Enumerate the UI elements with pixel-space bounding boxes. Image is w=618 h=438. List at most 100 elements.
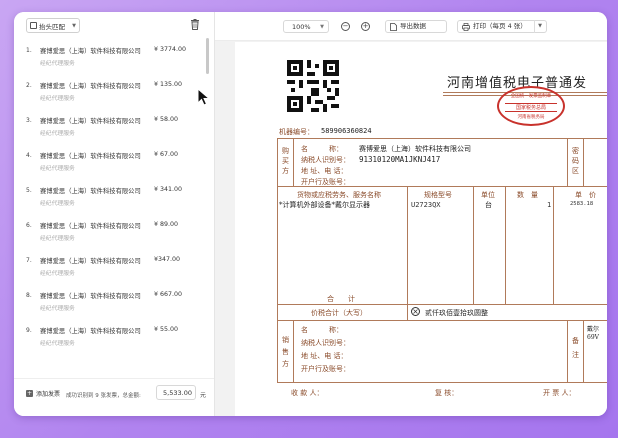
total-uppercase: 贰仟玖佰壹拾玖圆整 — [425, 309, 488, 317]
column-goods: 货物或应税劳务、服务名称 — [297, 191, 381, 199]
zoom-select[interactable]: 100% ▼ — [283, 20, 329, 33]
plus-icon: + — [26, 390, 33, 397]
goods-unit: 台 — [485, 201, 492, 209]
recognition-summary: 成功识别到 9 张发票，总金额: — [66, 393, 141, 399]
goods-name: *计算机外部设备*戴尔显示器 — [279, 201, 370, 209]
zoom-in-icon[interactable]: + — [361, 22, 370, 31]
chevron-down-icon[interactable]: ▼ — [534, 20, 542, 33]
item-number: 1. — [26, 47, 32, 54]
purple-frame: 抬头匹配 ▼ 1. 赛博爱思（上海）软件科技有限公司 ¥ 3774.00 经纪代… — [0, 0, 618, 438]
item-amount: ¥ 89.00 — [154, 221, 179, 228]
list-item[interactable]: 9. 赛博爱思（上海）软件科技有限公司 ¥ 55.00 经纪代理服务 — [14, 318, 206, 352]
table-border — [407, 186, 408, 320]
header-match-dropdown[interactable]: 抬头匹配 ▼ — [26, 18, 80, 33]
sum-label: 合 计 — [327, 295, 355, 303]
remark-label: 备注 — [572, 337, 579, 359]
tax-seal-stamp: 全国统一发票监制章 国家税务总局 河南省税务局 — [497, 86, 565, 126]
item-category: 经纪代理服务 — [40, 166, 75, 172]
remark-value-2: 69V — [587, 334, 599, 341]
add-invoice-button[interactable]: + 添加发票 — [26, 389, 60, 398]
item-company: 赛博爱思（上海）软件科技有限公司 — [40, 153, 141, 160]
table-border — [277, 304, 607, 305]
table-border — [277, 320, 607, 321]
table-border — [277, 138, 278, 382]
item-number: 9. — [26, 327, 32, 334]
seller-tax-label: 纳税人识别号： — [301, 339, 350, 347]
item-company: 赛博爱思（上海）软件科技有限公司 — [40, 118, 141, 125]
list-item[interactable]: 1. 赛博爱思（上海）软件科技有限公司 ¥ 3774.00 经纪代理服务 — [14, 38, 206, 72]
seller-address-label: 地 址、电 话： — [301, 352, 348, 360]
mouse-cursor-icon — [197, 88, 211, 106]
preview-toolbar: 100% ▼ − + 导出数据 打印（每页 4 张） ▼ — [215, 12, 607, 41]
zoom-out-icon[interactable]: − — [341, 22, 350, 31]
trash-icon[interactable] — [190, 19, 200, 30]
item-category: 经纪代理服务 — [40, 201, 75, 207]
password-area-label: 密码区 — [572, 147, 579, 175]
seller-name-label: 名 称： — [301, 326, 343, 334]
printer-icon — [462, 22, 470, 31]
seller-side-label: 销售方 — [282, 336, 289, 368]
table-border — [293, 320, 294, 382]
item-number: 6. — [26, 222, 32, 229]
total-with-tax-label: 价税合计（大写） — [311, 309, 367, 317]
cross-circle-icon: × — [411, 307, 420, 316]
list-item[interactable]: 6. 赛博爱思（上海）软件科技有限公司 ¥ 89.00 经纪代理服务 — [14, 213, 206, 247]
print-button[interactable]: 打印（每页 4 张） ▼ — [457, 20, 547, 33]
stamp-mid-text: 国家税务总局 — [505, 103, 557, 112]
buyer-name-label: 名 称： — [301, 145, 343, 153]
invoice-list-panel: 抬头匹配 ▼ 1. 赛博爱思（上海）软件科技有限公司 ¥ 3774.00 经纪代… — [14, 12, 215, 416]
item-category: 经纪代理服务 — [40, 236, 75, 242]
buyer-name: 赛博爱思（上海）软件科技有限公司 — [359, 145, 471, 153]
item-category: 经纪代理服务 — [40, 131, 75, 137]
invoice-preview-panel: 100% ▼ − + 导出数据 打印（每页 4 张） ▼ 河南增值税电子普通发 … — [215, 12, 607, 416]
item-company: 赛博爱思（上海）软件科技有限公司 — [40, 328, 141, 335]
reviewer-label: 复 核： — [435, 389, 459, 397]
item-company: 赛博爱思（上海）软件科技有限公司 — [40, 48, 141, 55]
chevron-down-icon: ▼ — [320, 24, 324, 30]
item-number: 5. — [26, 187, 32, 194]
list-toolbar: 抬头匹配 ▼ — [14, 12, 214, 38]
buyer-bank-label: 开户行及账号： — [301, 178, 350, 186]
item-amount: ¥ 135.00 — [154, 81, 183, 88]
document-icon — [390, 22, 397, 31]
stamp-bottom-text: 河南省税务局 — [517, 115, 545, 120]
list-item[interactable]: 2. 赛博爱思（上海）软件科技有限公司 ¥ 135.00 经纪代理服务 — [14, 73, 206, 107]
list-item[interactable]: 4. 赛博爱思（上海）软件科技有限公司 ¥ 67.00 经纪代理服务 — [14, 143, 206, 177]
buyer-address-label: 地 址、电 话： — [301, 167, 348, 175]
column-spec: 规格型号 — [424, 191, 452, 199]
table-border — [583, 320, 584, 382]
list-item[interactable]: 5. 赛博爱思（上海）软件科技有限公司 ¥ 341.00 经纪代理服务 — [14, 178, 206, 212]
invoice-list: 1. 赛博爱思（上海）软件科技有限公司 ¥ 3774.00 经纪代理服务 2. … — [14, 38, 206, 370]
seller-bank-label: 开户行及账号： — [301, 365, 350, 373]
goods-unit-price: 2583.18 — [570, 201, 594, 207]
buyer-tax-label: 纳税人识别号： — [301, 156, 350, 164]
add-invoice-label: 添加发票 — [36, 391, 61, 398]
item-company: 赛博爱思（上海）软件科技有限公司 — [40, 258, 141, 265]
list-item[interactable]: 8. 赛博爱思（上海）软件科技有限公司 ¥ 667.00 经纪代理服务 — [14, 283, 206, 317]
app-window: 抬头匹配 ▼ 1. 赛博爱思（上海）软件科技有限公司 ¥ 3774.00 经纪代… — [14, 12, 607, 416]
table-border — [567, 138, 568, 186]
export-data-label: 导出数据 — [400, 22, 426, 30]
item-number: 4. — [26, 152, 32, 159]
currency-label: 元 — [200, 392, 207, 399]
table-border — [277, 138, 607, 139]
column-unit-price: 单 价 — [575, 191, 596, 199]
list-item[interactable]: 7. 赛博爱思（上海）软件科技有限公司 ¥347.00 经纪代理服务 — [14, 248, 206, 282]
total-amount-field[interactable]: 5,533.00 — [156, 385, 196, 400]
item-number: 3. — [26, 117, 32, 124]
item-number: 2. — [26, 82, 32, 89]
item-amount: ¥ 3774.00 — [154, 46, 187, 53]
item-amount: ¥ 55.00 — [154, 326, 179, 333]
table-border — [505, 186, 506, 304]
list-item[interactable]: 3. 赛博爱思（上海）软件科技有限公司 ¥ 58.00 经纪代理服务 — [14, 108, 206, 142]
item-amount: ¥ 58.00 — [154, 116, 179, 123]
list-scrollbar[interactable] — [206, 38, 209, 74]
item-amount: ¥ 667.00 — [154, 291, 183, 298]
machine-number: 589906360824 — [321, 127, 372, 135]
item-category: 经纪代理服务 — [40, 306, 75, 312]
table-border — [293, 138, 294, 186]
item-number: 8. — [26, 292, 32, 299]
export-data-button[interactable]: 导出数据 — [385, 20, 447, 33]
item-category: 经纪代理服务 — [40, 61, 75, 67]
item-amount: ¥347.00 — [154, 256, 181, 263]
